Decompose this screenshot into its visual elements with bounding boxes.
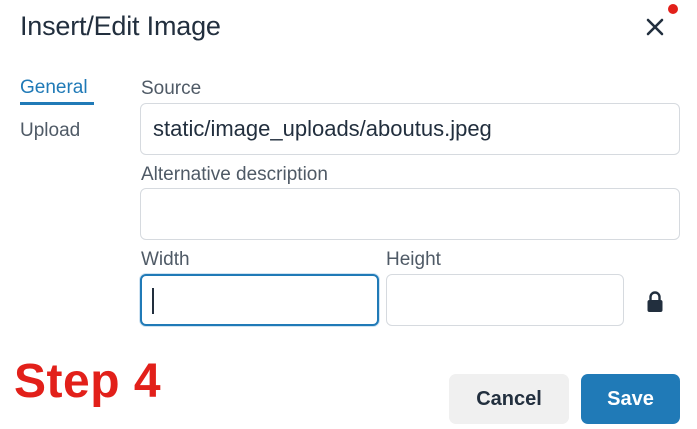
dialog-title: Insert/Edit Image xyxy=(20,11,221,41)
corner-mark xyxy=(668,4,678,14)
source-label: Source xyxy=(141,78,202,99)
close-icon xyxy=(646,18,664,36)
tab-active-indicator xyxy=(20,102,94,105)
width-input[interactable] xyxy=(140,274,379,326)
insert-edit-image-dialog: Insert/Edit Image General Upload Source … xyxy=(0,0,697,429)
lock-icon xyxy=(647,291,663,312)
save-button[interactable]: Save xyxy=(581,374,680,424)
tab-general[interactable]: General xyxy=(20,77,88,99)
height-input[interactable] xyxy=(386,274,624,326)
source-value: static/image_uploads/aboutus.jpeg xyxy=(153,116,492,141)
height-label: Height xyxy=(386,249,441,270)
width-label: Width xyxy=(141,249,190,270)
tab-upload[interactable]: Upload xyxy=(20,120,80,142)
close-button[interactable] xyxy=(636,4,678,44)
constrain-proportions-button[interactable] xyxy=(643,288,667,316)
alt-description-label: Alternative description xyxy=(141,164,328,185)
cancel-button[interactable]: Cancel xyxy=(449,374,569,424)
step-annotation: Step 4 xyxy=(14,355,162,408)
text-caret xyxy=(152,288,154,314)
alt-description-input[interactable] xyxy=(140,188,680,240)
source-input[interactable]: static/image_uploads/aboutus.jpeg xyxy=(140,103,680,155)
